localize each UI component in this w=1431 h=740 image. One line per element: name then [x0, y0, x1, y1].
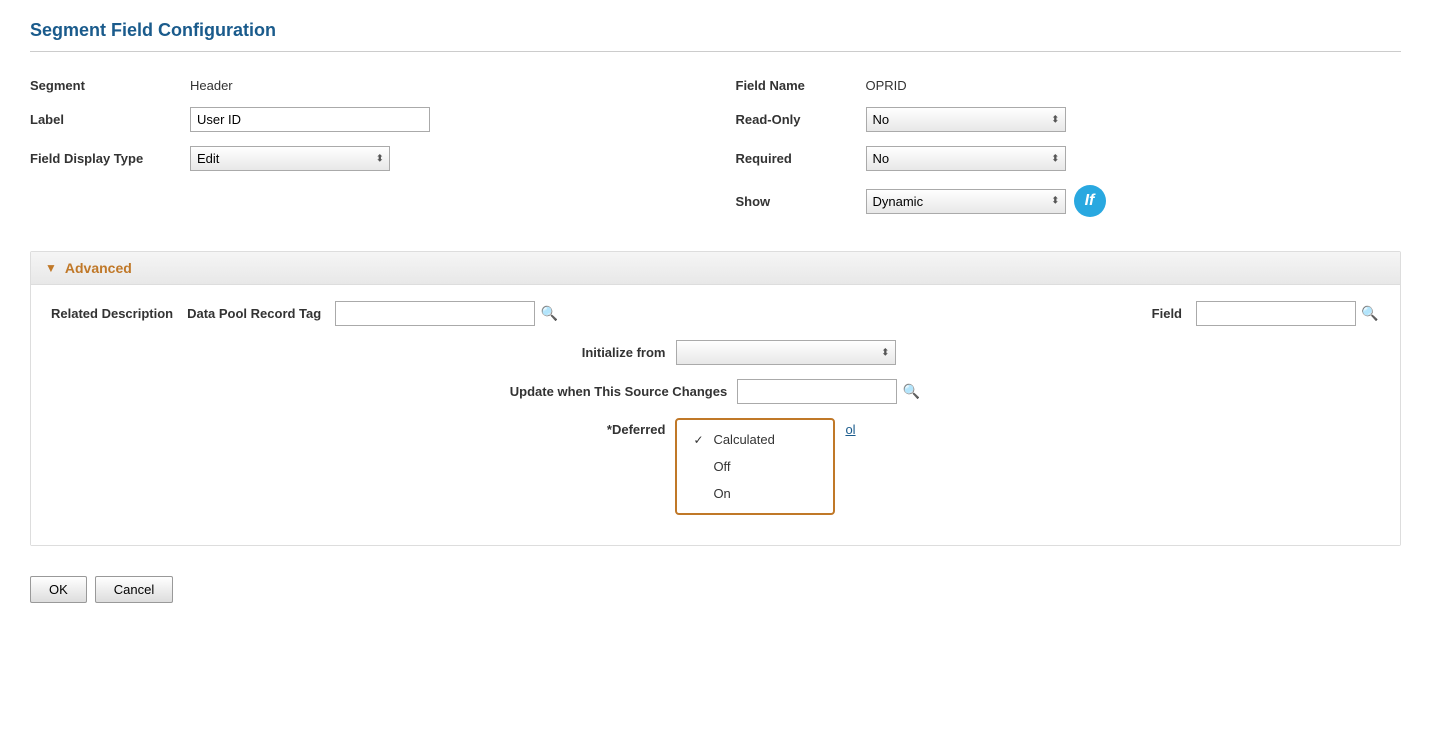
- data-pool-search-icon[interactable]: 🔍: [539, 304, 559, 324]
- advanced-arrow-icon: ▼: [45, 261, 57, 275]
- field-input-wrapper: 🔍: [1196, 301, 1380, 326]
- deferred-on-label: On: [713, 486, 730, 501]
- advanced-section: ▼ Advanced Related Description Data Pool…: [30, 251, 1401, 546]
- required-wrapper: No Yes: [866, 146, 1066, 171]
- deferred-dropdown-popup: ✓ Calculated Off On: [675, 418, 835, 515]
- display-type-select[interactable]: Edit Display Image Hyperlink: [190, 146, 390, 171]
- deferred-calculated-label: Calculated: [713, 432, 774, 447]
- related-desc-row: Related Description Data Pool Record Tag…: [51, 301, 1380, 326]
- deferred-option-calculated[interactable]: ✓ Calculated: [677, 426, 833, 453]
- bottom-buttons: OK Cancel: [30, 566, 1401, 603]
- show-wrapper: Dynamic Always Never: [866, 189, 1066, 214]
- deferred-option-off[interactable]: Off: [677, 453, 833, 480]
- field-label: Field: [1152, 306, 1182, 321]
- update-source-label: Update when This Source Changes: [510, 384, 727, 399]
- show-select[interactable]: Dynamic Always Never: [866, 189, 1066, 214]
- cancel-button[interactable]: Cancel: [95, 576, 173, 603]
- deferred-option-on[interactable]: On: [677, 480, 833, 507]
- show-label: Show: [736, 194, 866, 209]
- field-name-label: Field Name: [736, 78, 866, 93]
- update-source-row: Update when This Source Changes 🔍: [51, 379, 1380, 404]
- required-select[interactable]: No Yes: [866, 146, 1066, 171]
- init-from-label: Initialize from: [536, 345, 666, 360]
- checkmark-icon: ✓: [693, 433, 707, 447]
- update-source-search-icon[interactable]: 🔍: [901, 382, 921, 402]
- field-input[interactable]: [1196, 301, 1356, 326]
- update-source-wrapper: 🔍: [737, 379, 921, 404]
- advanced-body: Related Description Data Pool Record Tag…: [31, 285, 1400, 545]
- segment-value: Header: [190, 78, 233, 93]
- deferred-off-label: Off: [713, 459, 730, 474]
- if-button[interactable]: If: [1074, 185, 1106, 217]
- label-input[interactable]: [190, 107, 430, 132]
- page-title: Segment Field Configuration: [30, 20, 1401, 52]
- deferred-row: *Deferred ✓ Calculated Off On ol: [51, 418, 1380, 515]
- field-search-icon[interactable]: 🔍: [1360, 304, 1380, 324]
- deferred-label: *Deferred: [575, 418, 665, 437]
- data-pool-tag-input[interactable]: [335, 301, 535, 326]
- display-type-label: Field Display Type: [30, 151, 190, 166]
- ok-button[interactable]: OK: [30, 576, 87, 603]
- related-desc-label: Related Description: [51, 306, 173, 321]
- label-field-label: Label: [30, 112, 190, 127]
- advanced-header[interactable]: ▼ Advanced: [31, 252, 1400, 285]
- read-only-label: Read-Only: [736, 112, 866, 127]
- update-source-input[interactable]: [737, 379, 897, 404]
- required-label: Required: [736, 151, 866, 166]
- init-from-row: Initialize from: [51, 340, 1380, 365]
- field-name-value: OPRID: [866, 78, 907, 93]
- read-only-wrapper: No Yes: [866, 107, 1066, 132]
- advanced-section-label: Advanced: [65, 260, 132, 276]
- deferred-right-link[interactable]: ol: [845, 418, 855, 437]
- init-from-wrapper: [676, 340, 896, 365]
- segment-label: Segment: [30, 78, 190, 93]
- read-only-select[interactable]: No Yes: [866, 107, 1066, 132]
- display-type-wrapper: Edit Display Image Hyperlink: [190, 146, 390, 171]
- data-pool-tag-wrapper: 🔍: [335, 301, 559, 326]
- data-pool-tag-label: Data Pool Record Tag: [187, 306, 321, 321]
- init-from-select[interactable]: [676, 340, 896, 365]
